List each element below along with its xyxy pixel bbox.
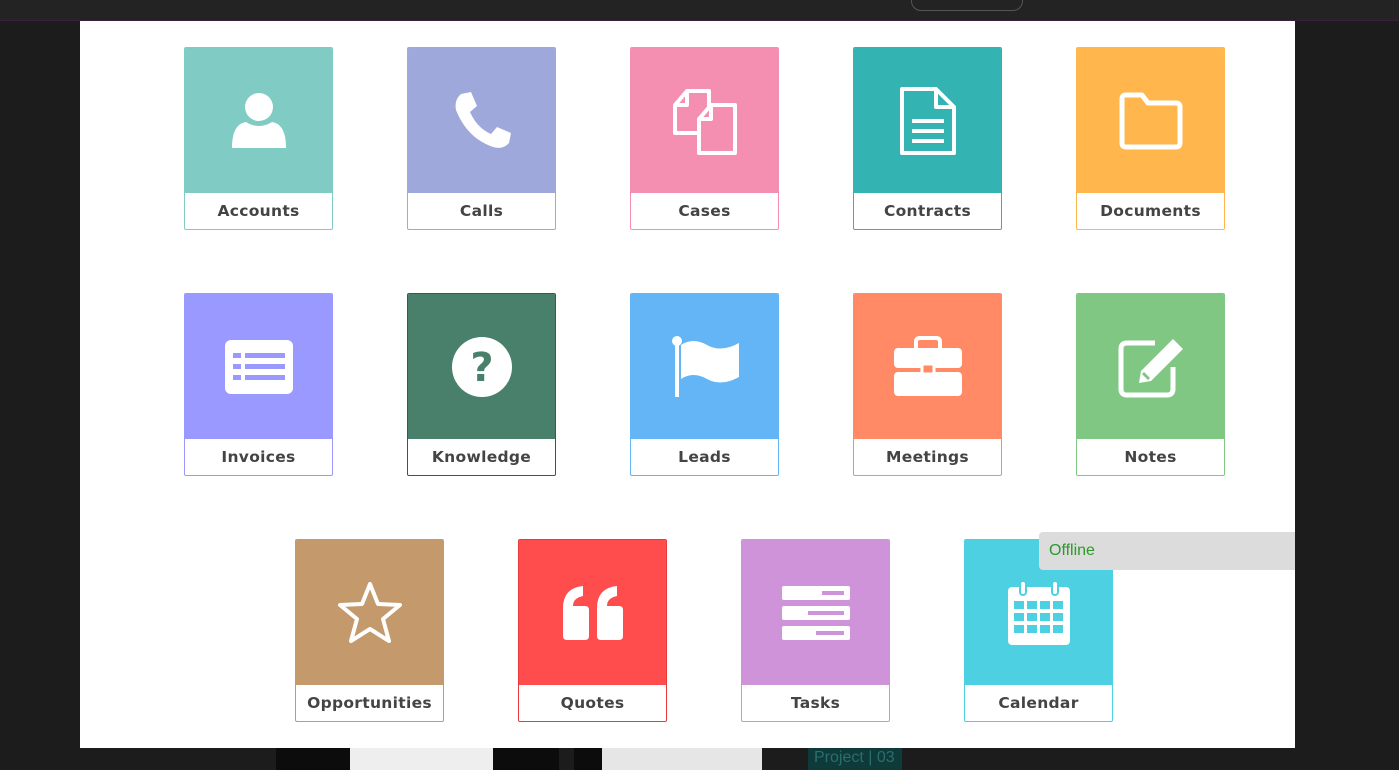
- tile-label: Meetings: [886, 448, 969, 466]
- tile-icon-area: [631, 294, 778, 439]
- user-icon: [231, 92, 286, 148]
- module-tile-meetings[interactable]: Meetings: [853, 293, 1002, 476]
- module-tile-contracts[interactable]: Contracts: [853, 47, 1002, 230]
- tile-icon-area: [519, 540, 666, 685]
- tile-icon-area: [185, 48, 332, 193]
- offline-status-badge[interactable]: Offline: [1039, 532, 1295, 570]
- flag-icon: [671, 335, 739, 397]
- list-icon: [224, 339, 293, 394]
- tile-icon-area: [742, 540, 889, 685]
- background-strip: [350, 748, 493, 770]
- module-tile-leads[interactable]: Leads: [630, 293, 779, 476]
- background-strip: [574, 748, 602, 770]
- tile-label: Accounts: [217, 202, 300, 220]
- module-tile-calls[interactable]: Calls: [407, 47, 556, 230]
- tile-label: Knowledge Base: [431, 448, 532, 466]
- tile-label: Opportunities: [307, 694, 432, 712]
- document-icon: [899, 86, 956, 155]
- module-tile-cases[interactable]: Cases: [630, 47, 779, 230]
- module-tile-documents[interactable]: Documents: [1076, 47, 1225, 230]
- tile-icon-area: [631, 48, 778, 193]
- tile-icon-area: [1077, 48, 1224, 193]
- tile-label: Notes: [1124, 448, 1177, 466]
- tile-icon-area: [185, 294, 332, 439]
- edit-icon: [1118, 338, 1183, 397]
- tile-icon-area: [296, 540, 443, 685]
- module-tile-invoices[interactable]: Invoices: [184, 293, 333, 476]
- background-project-label: Project | 03: [808, 748, 902, 770]
- tile-label: Cases: [678, 202, 731, 220]
- background-top-button: [911, 0, 1023, 11]
- module-tile-tasks[interactable]: Tasks: [741, 539, 890, 722]
- background-top-bar: [0, 0, 1399, 21]
- copy-icon: [672, 88, 737, 155]
- svg-text:?: ?: [470, 345, 493, 391]
- tile-label: Calls: [459, 202, 504, 220]
- module-tile-opportunities[interactable]: Opportunities: [295, 539, 444, 722]
- phone-icon: [455, 91, 511, 148]
- module-tile-notes[interactable]: Notes: [1076, 293, 1225, 476]
- star-icon: [337, 581, 402, 643]
- tile-icon-area: ?: [408, 294, 555, 439]
- tile-label: Leads: [678, 448, 731, 466]
- tile-label: Tasks: [790, 694, 841, 712]
- module-tile-knowledge-base[interactable]: ? Knowledge Base: [407, 293, 556, 476]
- tasks-icon: [781, 585, 850, 640]
- background-strip: [276, 748, 350, 770]
- folder-icon: [1119, 92, 1182, 149]
- background-strip: [493, 748, 559, 770]
- tile-icon-area: [854, 48, 1001, 193]
- tile-label: Contracts: [883, 202, 972, 220]
- quote-icon: [562, 585, 623, 640]
- module-menu-modal: Accounts Calls Cases Contracts Documents…: [80, 21, 1295, 748]
- background-strip: [602, 748, 762, 770]
- tile-icon-area: [408, 48, 555, 193]
- question-icon: ?: [451, 336, 512, 397]
- module-tile-quotes[interactable]: Quotes: [518, 539, 667, 722]
- tile-label: Invoices: [221, 448, 296, 466]
- tile-label: Documents: [1100, 202, 1201, 220]
- tile-icon-area: [854, 294, 1001, 439]
- tile-icon-area: [1077, 294, 1224, 439]
- briefcase-icon: [893, 335, 962, 396]
- module-tile-accounts[interactable]: Accounts: [184, 47, 333, 230]
- calendar-icon: [1007, 579, 1070, 645]
- tile-label: Quotes: [560, 694, 625, 712]
- tile-label: Calendar: [998, 694, 1079, 712]
